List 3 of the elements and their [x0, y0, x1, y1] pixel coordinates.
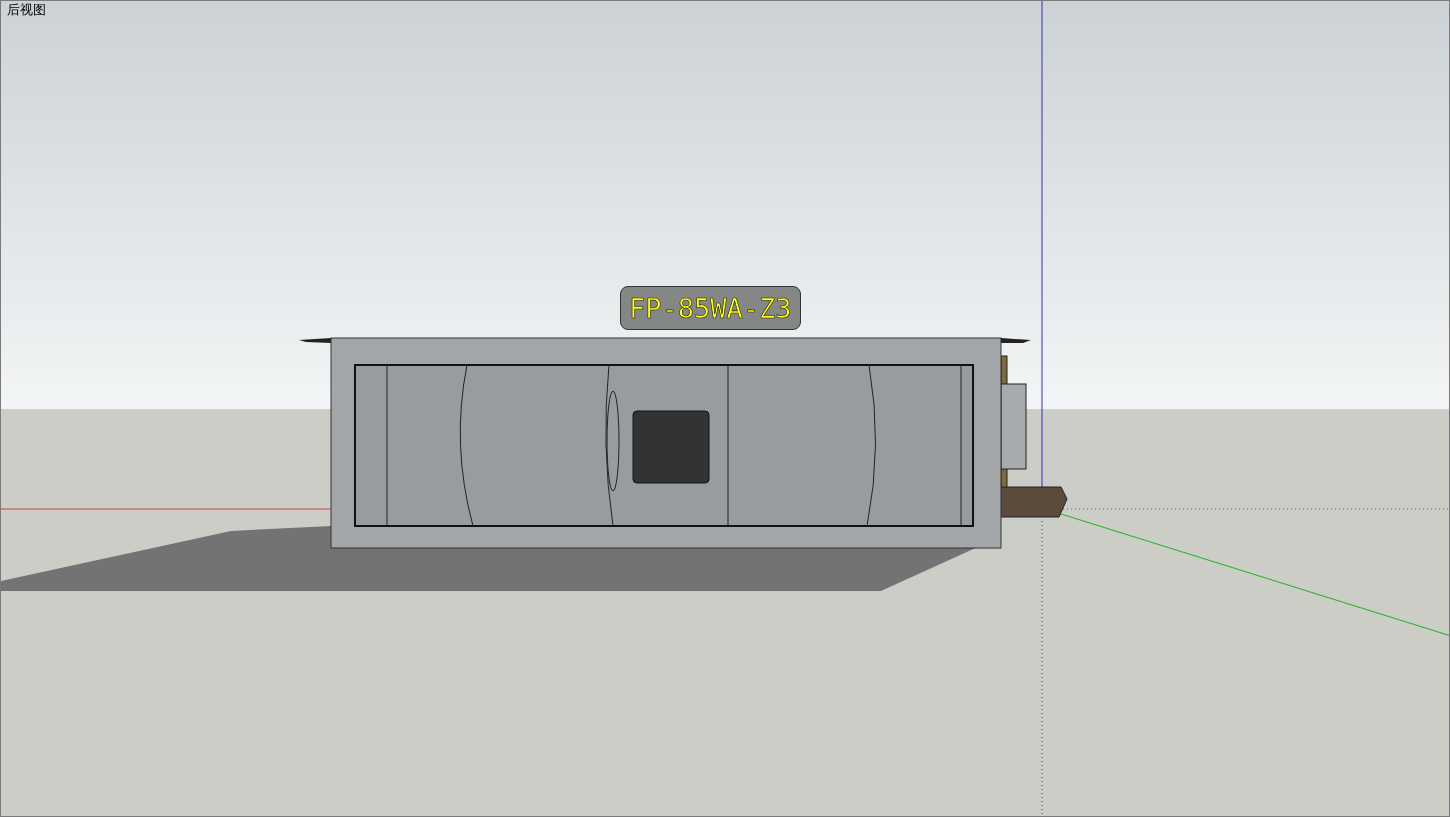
view-name: 后视图 — [7, 2, 46, 18]
model-label-callout: FP-85WA-Z3 — [620, 286, 801, 330]
viewport[interactable]: 后视图 FP-85WA-Z3 — [0, 0, 1450, 817]
